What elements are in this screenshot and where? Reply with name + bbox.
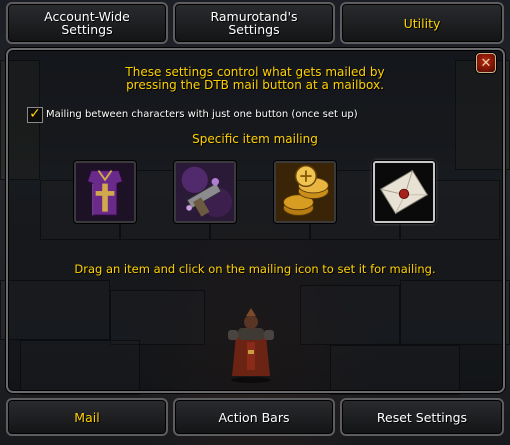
- player-character: [228, 308, 274, 383]
- tab-account-wide-settings[interactable]: Account-Wide Settings: [6, 2, 168, 44]
- item-slot-coins[interactable]: [274, 161, 336, 223]
- panel-description: These settings control what gets mailed …: [60, 66, 450, 92]
- purple-tabard-icon: [76, 163, 134, 221]
- checkbox-label: Mailing between characters with just one…: [46, 109, 358, 120]
- section-title: Specific item mailing: [192, 132, 318, 146]
- item-slot-tools[interactable]: [174, 161, 236, 223]
- gold-coins-icon: [276, 163, 334, 221]
- action-bars-button[interactable]: Action Bars: [173, 398, 335, 436]
- button-label: Mail: [74, 409, 100, 425]
- mail-button[interactable]: Mail: [6, 398, 168, 436]
- instruction-text: Drag an item and click on the mailing ic…: [74, 262, 436, 276]
- item-slot-tabard[interactable]: [74, 161, 136, 223]
- close-icon[interactable]: ✕: [476, 53, 496, 73]
- mail-one-button-checkbox[interactable]: ✓: [27, 107, 43, 123]
- description-line: pressing the DTB mail button at a mailbo…: [126, 78, 384, 92]
- item-slot-letter[interactable]: [373, 161, 435, 223]
- checkmark-icon: ✓: [29, 106, 41, 122]
- reset-settings-button[interactable]: Reset Settings: [340, 398, 504, 436]
- tab-label: Settings: [228, 22, 280, 37]
- tab-label: Settings: [61, 22, 113, 37]
- tab-character-settings[interactable]: Ramurotand's Settings: [173, 2, 335, 44]
- tab-utility[interactable]: Utility: [340, 2, 504, 44]
- purple-tools-icon: [176, 163, 234, 221]
- tab-label: Utility: [403, 15, 441, 31]
- button-label: Reset Settings: [376, 409, 468, 425]
- sealed-letter-icon: [375, 163, 433, 221]
- button-label: Action Bars: [218, 409, 290, 425]
